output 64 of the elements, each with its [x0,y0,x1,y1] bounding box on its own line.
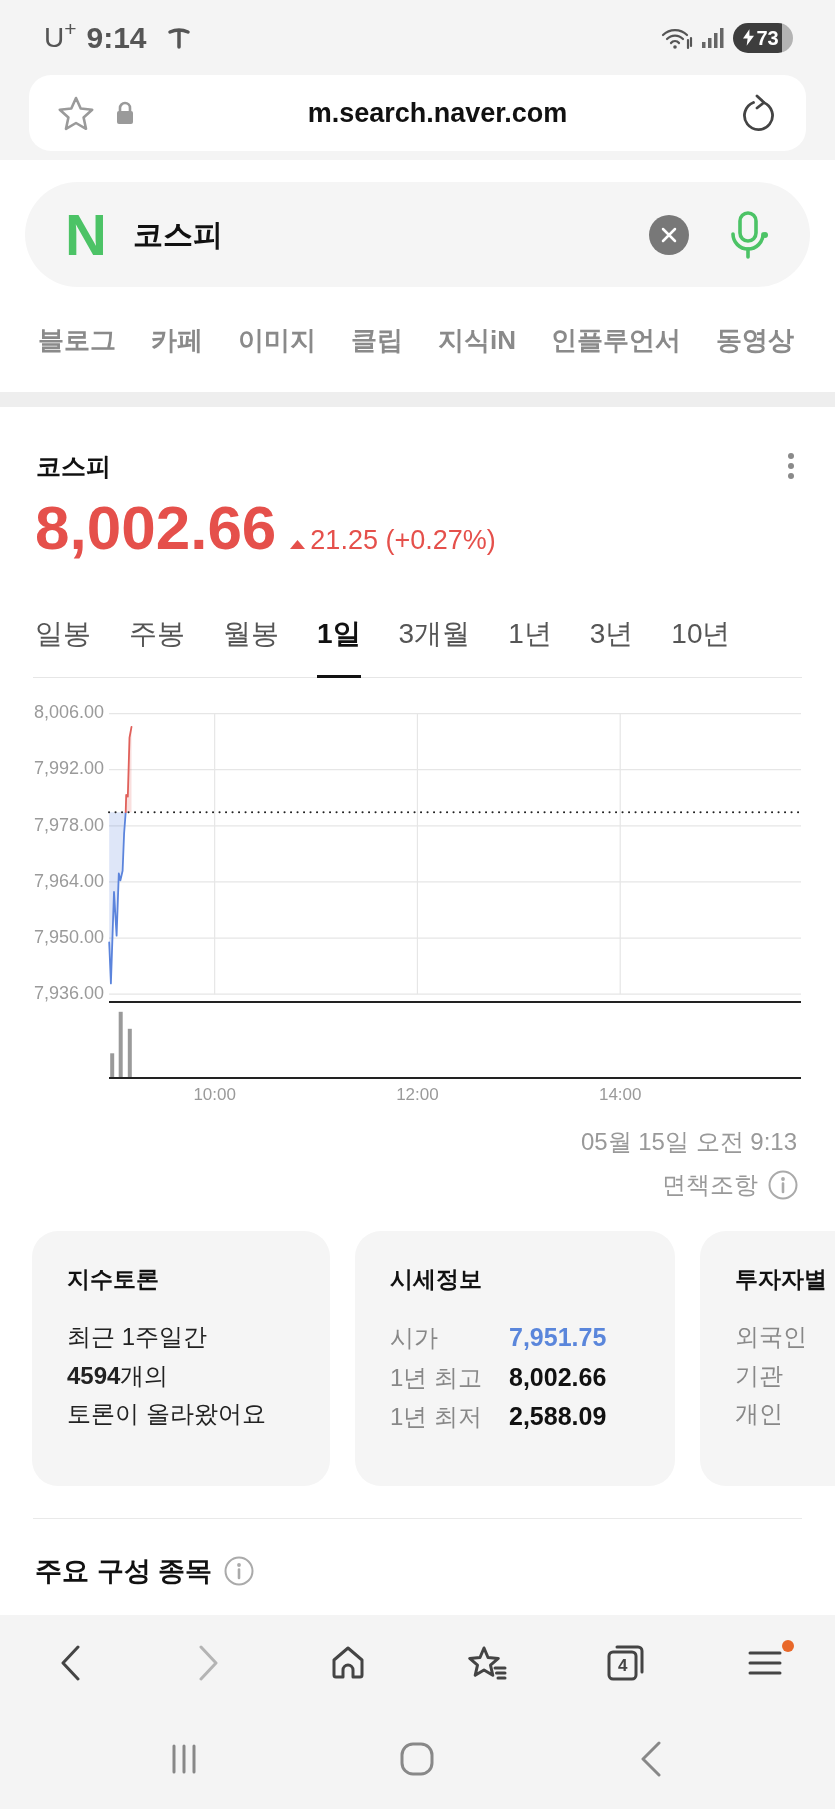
reload-icon[interactable] [740,94,776,132]
t-shape-icon [166,25,191,50]
search-input[interactable]: 코스피 [132,212,649,257]
row-value: 2,588.09 [509,1401,607,1432]
period-tab[interactable]: 10년 [671,590,731,678]
volume-bar [127,1028,132,1077]
info-card[interactable]: 투자자별 외국인 기관 개인 [700,1231,835,1486]
row-label: 시가 [390,1323,439,1353]
update-time: 05월 15일 오전 9:13 [580,1127,797,1157]
back-icon[interactable] [640,1740,663,1777]
clear-button[interactable] [649,214,689,255]
index-price: 8,002.66 [35,495,277,561]
period-tab[interactable]: 일봉 [35,590,91,678]
section-title: 주요 구성 종목 [35,1555,212,1588]
index-name: 코스피 [36,451,111,481]
chevron-left-icon[interactable] [59,1644,80,1681]
axis-label: 10:00 [193,1085,236,1105]
axis-label: 7,936.00 [33,982,104,1003]
period-tab[interactable]: 월봉 [223,590,279,678]
bolt-icon [743,29,755,46]
info-icon[interactable] [768,1170,798,1200]
menu-icon[interactable] [748,1649,783,1676]
axis-label: 7,964.00 [33,870,104,891]
period-tab[interactable]: 3개월 [398,590,471,678]
axis-label: 7,992.00 [33,758,104,779]
star-list-icon[interactable] [467,1644,508,1681]
search-logo: N [65,205,107,264]
lock-icon [115,101,135,125]
row-label: 기관 [735,1360,784,1391]
row-label: 1년 최저 [390,1402,482,1432]
info-card[interactable]: 지수토론 최근 1주일간 4594개의 토론이 올라왔어요 [32,1231,330,1486]
volume-bar [118,1011,123,1077]
carrier-label: U$^{+}$ [44,23,77,52]
row-label: 1년 최고 [390,1362,482,1393]
card-title: 지수토론 [67,1265,159,1293]
tabs-button[interactable]: 4 [606,1642,647,1683]
index-change: 21.25 (+0.27%) [310,527,496,554]
volume-bar [110,1053,115,1077]
axis-label: 8,006.00 [33,702,104,723]
status-time: 9:14 [86,22,147,53]
row-value: 8,002.66 [509,1361,607,1393]
period-tab[interactable]: 주봉 [129,590,185,678]
star-icon[interactable] [56,94,96,132]
axis-label: 7,978.00 [33,814,104,835]
axis-label: 7,950.00 [33,926,104,947]
period-tab[interactable]: 3년 [589,590,634,678]
close-icon [661,226,677,243]
info-card[interactable]: 시세정보 시가 7,951.75 1년 최고 8,002.66 1년 최저 2,588.09 [355,1231,675,1486]
info-icon[interactable] [224,1556,254,1586]
period-tab[interactable]: 1일 [317,590,361,678]
signal-icon [701,25,725,50]
search-field[interactable]: N 코스피 [25,182,810,287]
home-button-icon[interactable] [400,1741,435,1776]
axis-label: 14:00 [598,1085,642,1105]
row-label: 외국인 [735,1322,807,1352]
card-title: 투자자별 [735,1265,827,1293]
battery-percent: 73 [756,27,779,48]
row-value: 7,951.75 [509,1322,607,1353]
more-icon[interactable] [787,452,795,480]
card-text: 최근 1주일간 4594개의 토론이 올라왔어요 [67,1322,266,1429]
period-tab[interactable]: 1년 [508,590,552,678]
axis-label: 12:00 [396,1085,439,1105]
row-label: 개인 [735,1399,784,1429]
card-title: 시세정보 [390,1265,482,1293]
